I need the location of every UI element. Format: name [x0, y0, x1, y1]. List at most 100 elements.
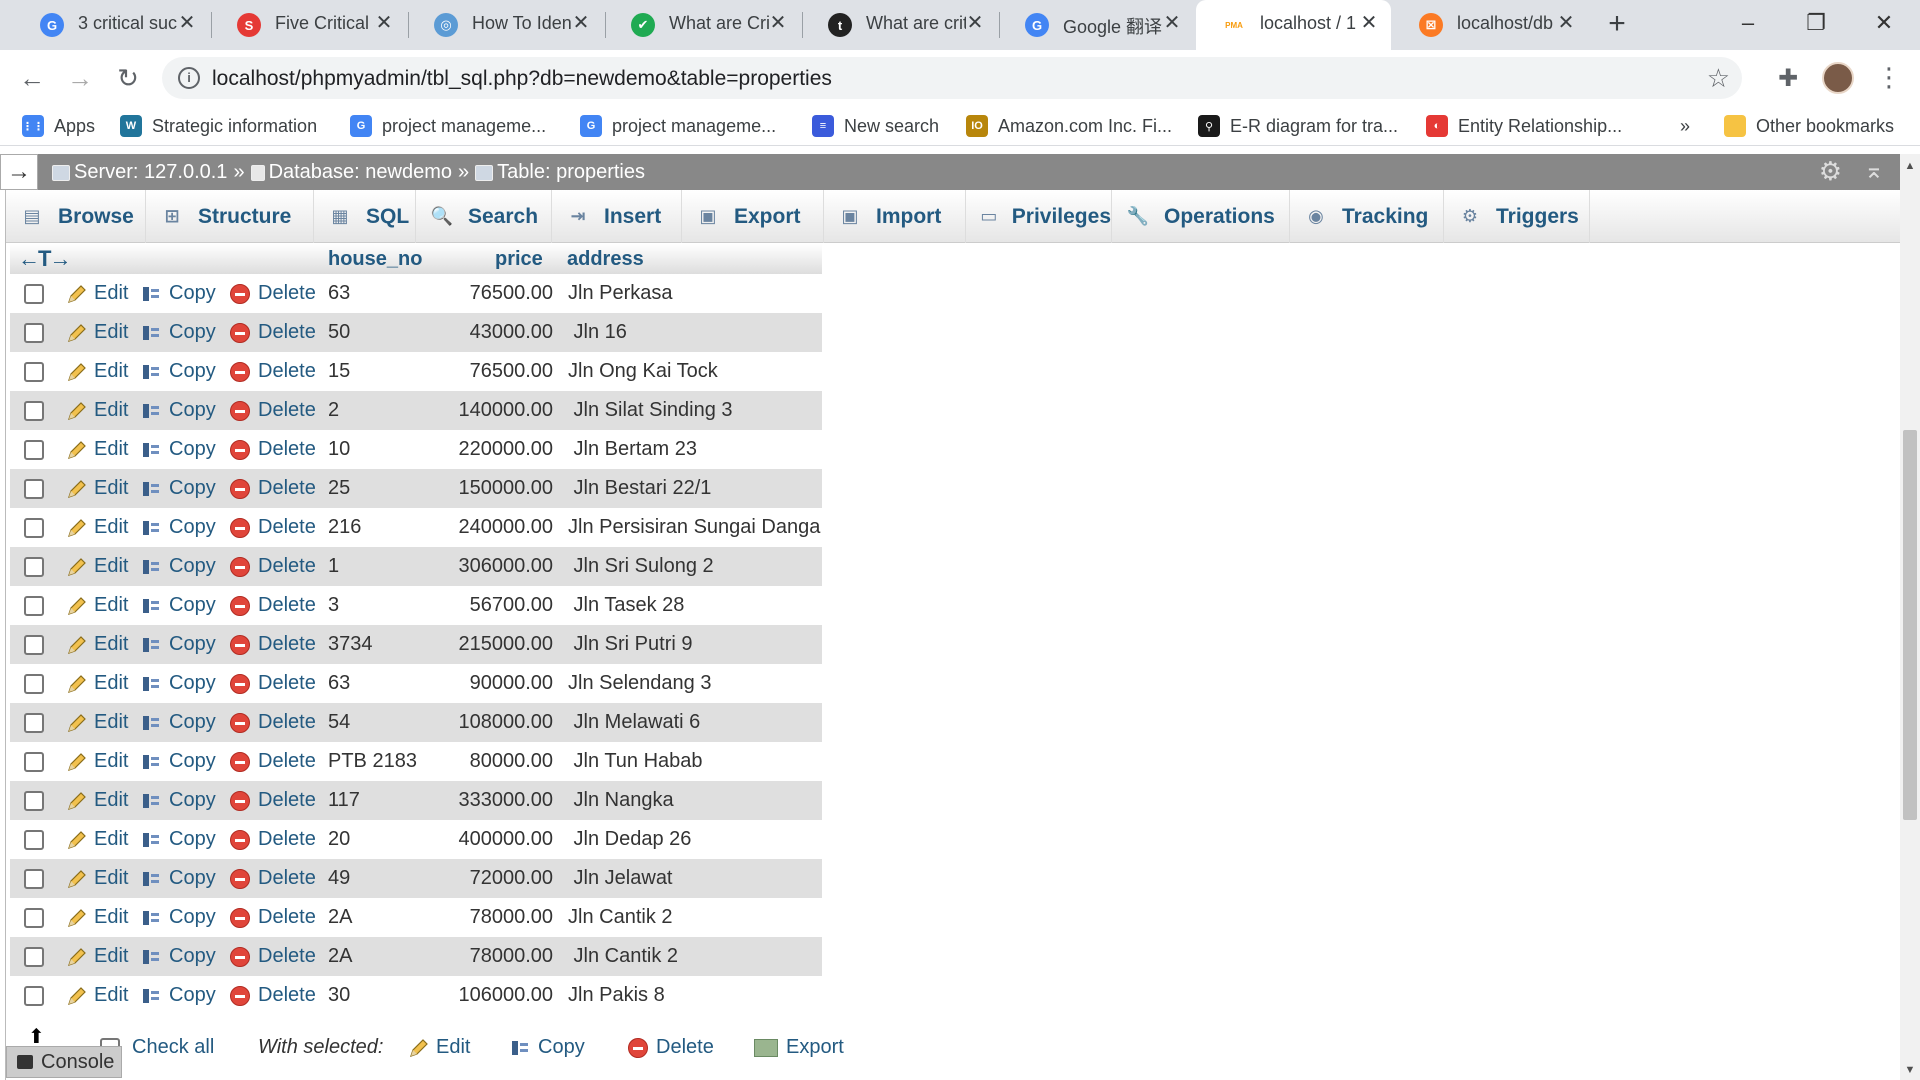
- close-tab-icon[interactable]: ✕: [963, 11, 987, 35]
- cell-house-no[interactable]: 1: [328, 555, 339, 578]
- cell-price[interactable]: 240000.00: [443, 516, 553, 539]
- bookmark-item[interactable]: IO Amazon.com Inc. Fi...: [966, 114, 1172, 138]
- row-checkbox[interactable]: [24, 908, 44, 928]
- profile-avatar[interactable]: [1822, 62, 1854, 94]
- bulk-copy-button[interactable]: Copy: [510, 1036, 585, 1059]
- tab-tracking[interactable]: ◉ Tracking: [1290, 190, 1444, 243]
- browser-tab[interactable]: G 3 critical suc ✕: [14, 0, 209, 50]
- cell-address[interactable]: Jln Sri Sulong 2: [568, 555, 714, 578]
- cell-address[interactable]: Jln Bertam 23: [568, 438, 697, 461]
- delete-row-button[interactable]: Delete: [230, 945, 316, 968]
- edit-row-button[interactable]: Edit: [66, 867, 128, 890]
- delete-row-button[interactable]: Delete: [230, 594, 316, 617]
- browser-tab[interactable]: S Five Critical S ✕: [211, 0, 406, 50]
- close-window-button[interactable]: ✕: [1864, 6, 1904, 42]
- browser-tab[interactable]: t What are crit ✕: [802, 0, 997, 50]
- cell-price[interactable]: 106000.00: [443, 984, 553, 1007]
- close-tab-icon[interactable]: ✕: [569, 11, 593, 35]
- delete-row-button[interactable]: Delete: [230, 282, 316, 305]
- breadcrumb-table[interactable]: Table: properties: [497, 161, 645, 184]
- cell-price[interactable]: 80000.00: [443, 750, 553, 773]
- cell-address[interactable]: Jln Bestari 22/1: [568, 477, 712, 500]
- browser-tab[interactable]: ✔ What are Cri ✕: [605, 0, 800, 50]
- delete-row-button[interactable]: Delete: [230, 789, 316, 812]
- tab-sql[interactable]: ▦ SQL: [314, 190, 416, 243]
- row-checkbox[interactable]: [24, 401, 44, 421]
- scroll-up-arrow[interactable]: ▲: [1900, 160, 1920, 172]
- edit-row-button[interactable]: Edit: [66, 789, 128, 812]
- column-sort-arrows[interactable]: ←T→: [18, 246, 71, 272]
- scrollbar-thumb[interactable]: [1903, 430, 1917, 820]
- delete-row-button[interactable]: Delete: [230, 633, 316, 656]
- cell-house-no[interactable]: 25: [328, 477, 350, 500]
- cell-house-no[interactable]: 2A: [328, 906, 352, 929]
- bookmark-item[interactable]: Gproject manageme...: [350, 114, 546, 138]
- cell-price[interactable]: 150000.00: [443, 477, 553, 500]
- row-checkbox[interactable]: [24, 518, 44, 538]
- cell-price[interactable]: 220000.00: [443, 438, 553, 461]
- cell-price[interactable]: 400000.00: [443, 828, 553, 851]
- column-header-house-no[interactable]: house_no: [328, 248, 422, 271]
- copy-row-button[interactable]: Copy: [141, 282, 216, 305]
- cell-address[interactable]: Jln 16: [568, 321, 627, 344]
- tab-privileges[interactable]: ▭ Privileges: [966, 190, 1112, 243]
- bookmark-item[interactable]: ≡ New search: [812, 114, 939, 138]
- cell-house-no[interactable]: 117: [328, 789, 360, 812]
- browser-tab[interactable]: G Google 翻译 ✕: [999, 0, 1194, 50]
- collapse-top-icon[interactable]: ⌅: [1864, 156, 1884, 185]
- column-header-address[interactable]: address: [567, 248, 644, 271]
- copy-row-button[interactable]: Copy: [141, 633, 216, 656]
- copy-row-button[interactable]: Copy: [141, 594, 216, 617]
- delete-row-button[interactable]: Delete: [230, 516, 316, 539]
- copy-row-button[interactable]: Copy: [141, 672, 216, 695]
- delete-row-button[interactable]: Delete: [230, 399, 316, 422]
- copy-row-button[interactable]: Copy: [141, 399, 216, 422]
- close-tab-icon[interactable]: ✕: [1357, 11, 1381, 35]
- cell-house-no[interactable]: 2: [328, 399, 339, 422]
- delete-row-button[interactable]: Delete: [230, 438, 316, 461]
- breadcrumb-server[interactable]: Server: 127.0.0.1: [74, 161, 227, 184]
- bookmarks-overflow-button[interactable]: »: [1680, 114, 1690, 138]
- delete-row-button[interactable]: Delete: [230, 477, 316, 500]
- cell-house-no[interactable]: 30: [328, 984, 350, 1007]
- bookmark-item[interactable]: ⚲ E-R diagram for tra...: [1198, 114, 1398, 138]
- other-bookmarks-folder[interactable]: Other bookmarks: [1724, 114, 1894, 138]
- row-checkbox[interactable]: [24, 557, 44, 577]
- cell-price[interactable]: 108000.00: [443, 711, 553, 734]
- close-tab-icon[interactable]: ✕: [1160, 11, 1184, 35]
- copy-row-button[interactable]: Copy: [141, 828, 216, 851]
- row-checkbox[interactable]: [24, 362, 44, 382]
- edit-row-button[interactable]: Edit: [66, 984, 128, 1007]
- copy-row-button[interactable]: Copy: [141, 789, 216, 812]
- edit-row-button[interactable]: Edit: [66, 399, 128, 422]
- close-tab-icon[interactable]: ✕: [175, 11, 199, 35]
- tab-export[interactable]: ▣ Export: [682, 190, 824, 243]
- copy-row-button[interactable]: Copy: [141, 516, 216, 539]
- tab-browse[interactable]: ▤ Browse: [6, 190, 146, 243]
- close-tab-icon[interactable]: ✕: [372, 11, 396, 35]
- tab-operations[interactable]: 🔧 Operations: [1112, 190, 1290, 243]
- bookmark-item[interactable]: W Strategic information: [120, 114, 317, 138]
- back-button[interactable]: ←: [14, 60, 50, 96]
- row-checkbox[interactable]: [24, 830, 44, 850]
- edit-row-button[interactable]: Edit: [66, 906, 128, 929]
- cell-house-no[interactable]: 63: [328, 672, 350, 695]
- cell-price[interactable]: 56700.00: [443, 594, 553, 617]
- cell-address[interactable]: Jln Silat Sinding 3: [568, 399, 733, 422]
- copy-row-button[interactable]: Copy: [141, 477, 216, 500]
- copy-row-button[interactable]: Copy: [141, 867, 216, 890]
- address-bar[interactable]: i localhost/phpmyadmin/tbl_sql.php?db=ne…: [162, 57, 1742, 99]
- edit-row-button[interactable]: Edit: [66, 594, 128, 617]
- bookmark-item[interactable]: ⋮⋮ Apps: [22, 114, 95, 138]
- delete-row-button[interactable]: Delete: [230, 321, 316, 344]
- bookmark-item[interactable]: ◐ Entity Relationship...: [1426, 114, 1622, 138]
- check-all-link[interactable]: Check all: [132, 1036, 214, 1059]
- copy-row-button[interactable]: Copy: [141, 438, 216, 461]
- delete-row-button[interactable]: Delete: [230, 360, 316, 383]
- cell-house-no[interactable]: 3: [328, 594, 339, 617]
- delete-row-button[interactable]: Delete: [230, 828, 316, 851]
- bulk-delete-button[interactable]: Delete: [628, 1036, 714, 1059]
- delete-row-button[interactable]: Delete: [230, 750, 316, 773]
- cell-address[interactable]: Jln Cantik 2: [568, 906, 673, 929]
- cell-house-no[interactable]: 3734: [328, 633, 373, 656]
